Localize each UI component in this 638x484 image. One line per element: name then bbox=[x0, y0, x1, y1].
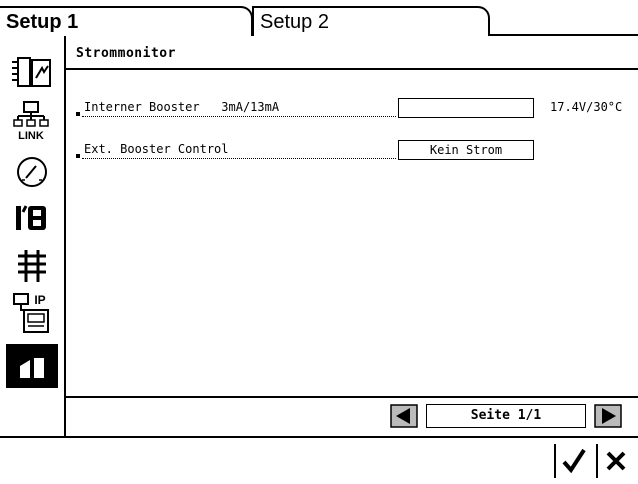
sidebar: LINK IP bbox=[0, 36, 66, 436]
check-icon bbox=[562, 448, 586, 474]
voltage-temp-readout: 17.4V/30°C bbox=[550, 100, 623, 114]
row-ext-booster-control: Ext. Booster Control Kein Strom bbox=[74, 140, 634, 164]
svg-text:LINK: LINK bbox=[18, 130, 44, 142]
booster-value-field[interactable] bbox=[398, 98, 534, 118]
ip-network-icon[interactable]: IP bbox=[6, 290, 58, 334]
link-icon[interactable]: LINK bbox=[6, 98, 58, 142]
tab-setup-1[interactable]: Setup 1 bbox=[0, 6, 253, 36]
page-indicator: Seite 1/1 bbox=[426, 404, 586, 428]
row-bullet bbox=[76, 112, 80, 116]
prev-page-button[interactable] bbox=[390, 404, 418, 428]
dotted-leader bbox=[82, 158, 396, 159]
next-page-button[interactable] bbox=[594, 404, 622, 428]
section-header: Strommonitor bbox=[66, 36, 638, 70]
section-title: Strommonitor bbox=[76, 46, 176, 61]
bottom-bar bbox=[0, 436, 638, 484]
stats-icon[interactable] bbox=[6, 344, 58, 388]
track-icon[interactable] bbox=[6, 244, 58, 288]
content-panel: Strommonitor Interner Booster 3mA/13mA 1… bbox=[66, 36, 638, 436]
cancel-button[interactable] bbox=[596, 444, 634, 478]
row-bullet bbox=[76, 154, 80, 158]
dotted-leader bbox=[82, 116, 396, 117]
row-internal-booster: Interner Booster 3mA/13mA 17.4V/30°C bbox=[74, 98, 634, 122]
row-label: Interner Booster 3mA/13mA bbox=[84, 100, 280, 114]
svg-text:IP: IP bbox=[34, 293, 45, 307]
tab-setup-2[interactable]: Setup 2 bbox=[252, 6, 490, 36]
pager-divider bbox=[66, 396, 638, 398]
close-icon bbox=[606, 451, 626, 471]
tab-bar: Setup 1 Setup 2 bbox=[0, 0, 638, 36]
ext-booster-value-field[interactable]: Kein Strom bbox=[398, 140, 534, 160]
booster-icon[interactable] bbox=[6, 50, 58, 94]
main-frame: LINK IP Strommonitor Interner Booster 3m… bbox=[0, 36, 638, 484]
gauge-icon[interactable] bbox=[6, 150, 58, 194]
row-label: Ext. Booster Control bbox=[84, 142, 229, 156]
confirm-button[interactable] bbox=[554, 444, 592, 478]
io-icon[interactable] bbox=[6, 196, 58, 240]
